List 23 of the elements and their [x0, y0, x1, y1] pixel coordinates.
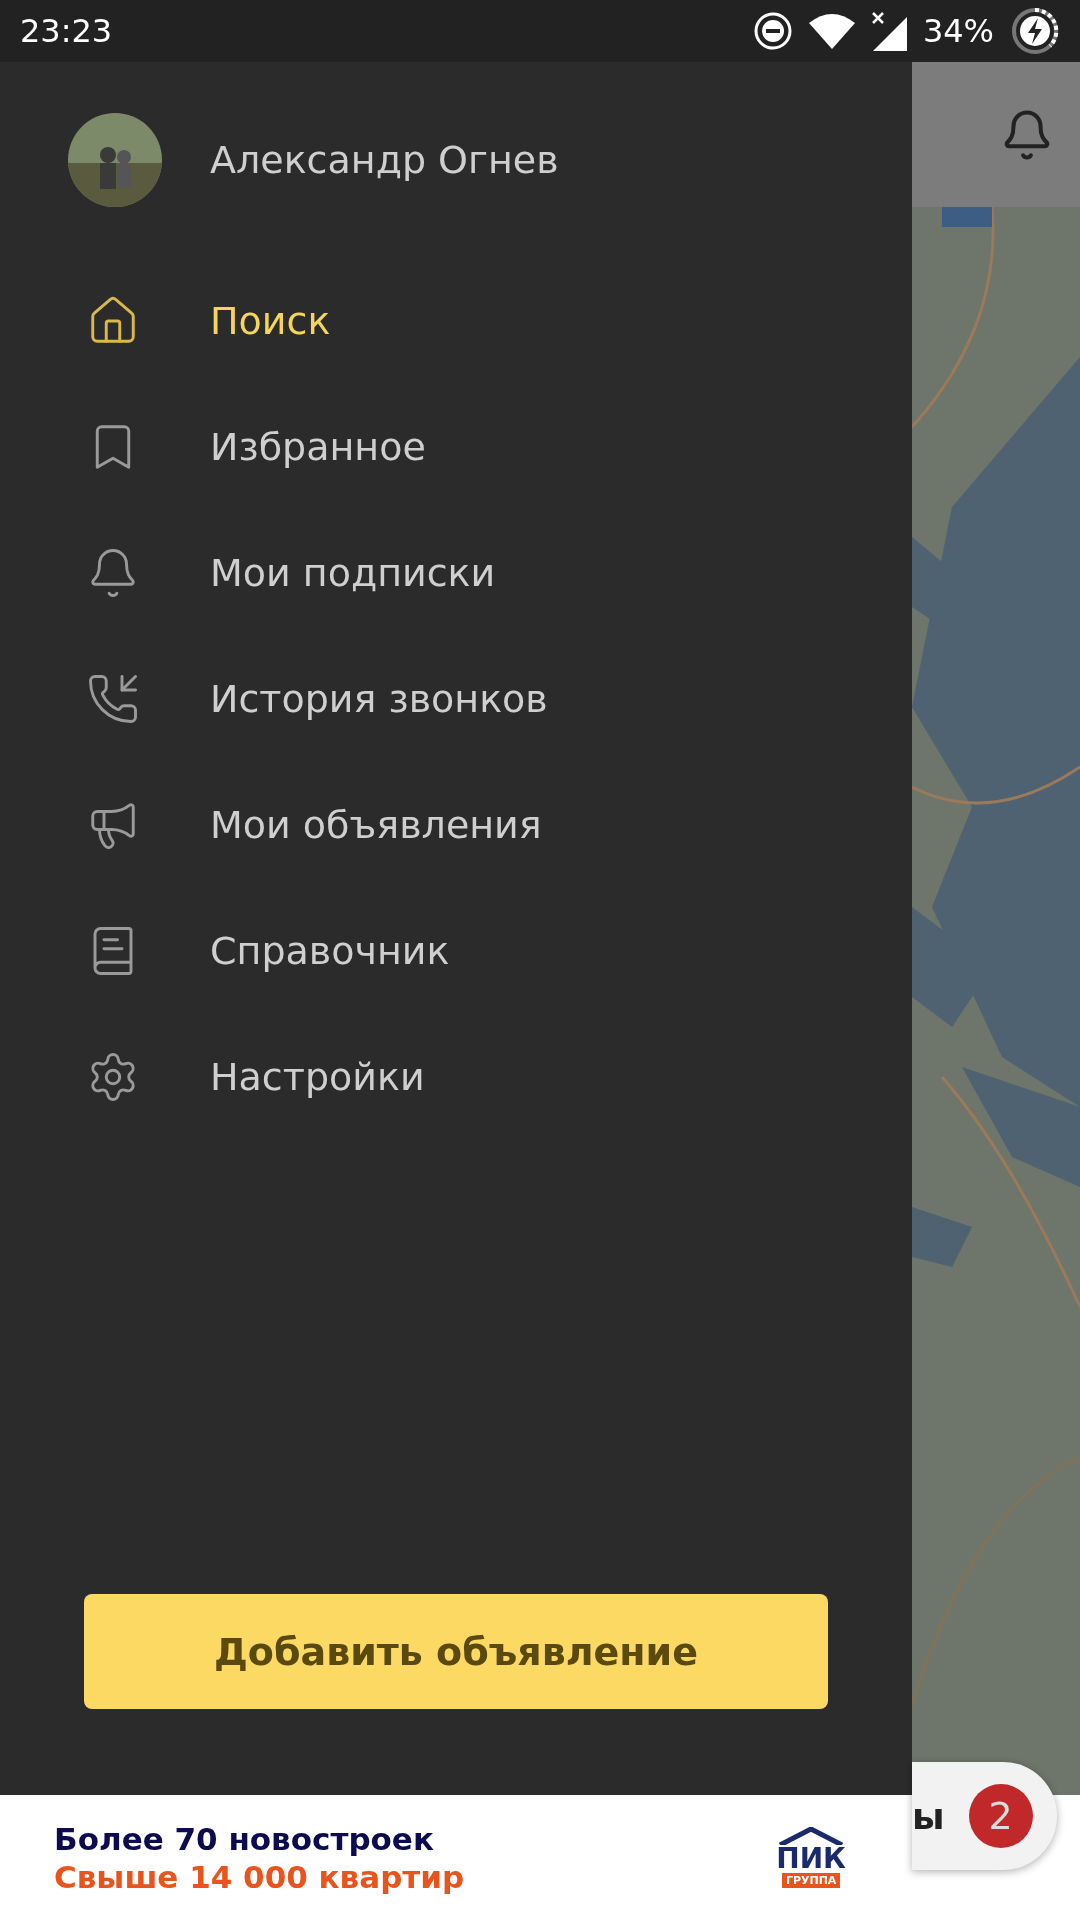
logo-text: ПИК — [776, 1845, 846, 1873]
status-time: 23:23 — [20, 12, 114, 50]
add-listing-button[interactable]: Добавить объявление — [84, 1594, 828, 1709]
roof-icon — [778, 1827, 845, 1845]
menu-item[interactable]: Настройки — [0, 1014, 912, 1140]
phone-icon — [86, 672, 140, 726]
menu-item[interactable]: Справочник — [0, 888, 912, 1014]
count-badge: 2 — [968, 1784, 1033, 1848]
ad-headline: Более 70 новостроек — [54, 1820, 435, 1857]
battery-percent: 34% — [922, 12, 994, 50]
menu-item[interactable]: Мои объявления — [0, 762, 912, 888]
signal-icon — [870, 11, 907, 51]
filter-label: ы — [912, 1795, 945, 1837]
user-name: Александр Огнев — [210, 138, 559, 182]
menu-item[interactable]: История звонков — [0, 636, 912, 762]
battery-charging-icon — [1010, 6, 1060, 56]
do-not-disturb-icon — [752, 11, 793, 51]
menu-item[interactable]: Мои подписки — [0, 510, 912, 636]
menu-item[interactable]: Избранное — [0, 384, 912, 510]
ad-subline: Свыше 14 000 квартир — [54, 1858, 466, 1895]
logo-subtext: ГРУППА — [781, 1873, 841, 1888]
menu-item[interactable]: Поиск — [0, 258, 912, 384]
wifi-icon — [808, 13, 855, 49]
